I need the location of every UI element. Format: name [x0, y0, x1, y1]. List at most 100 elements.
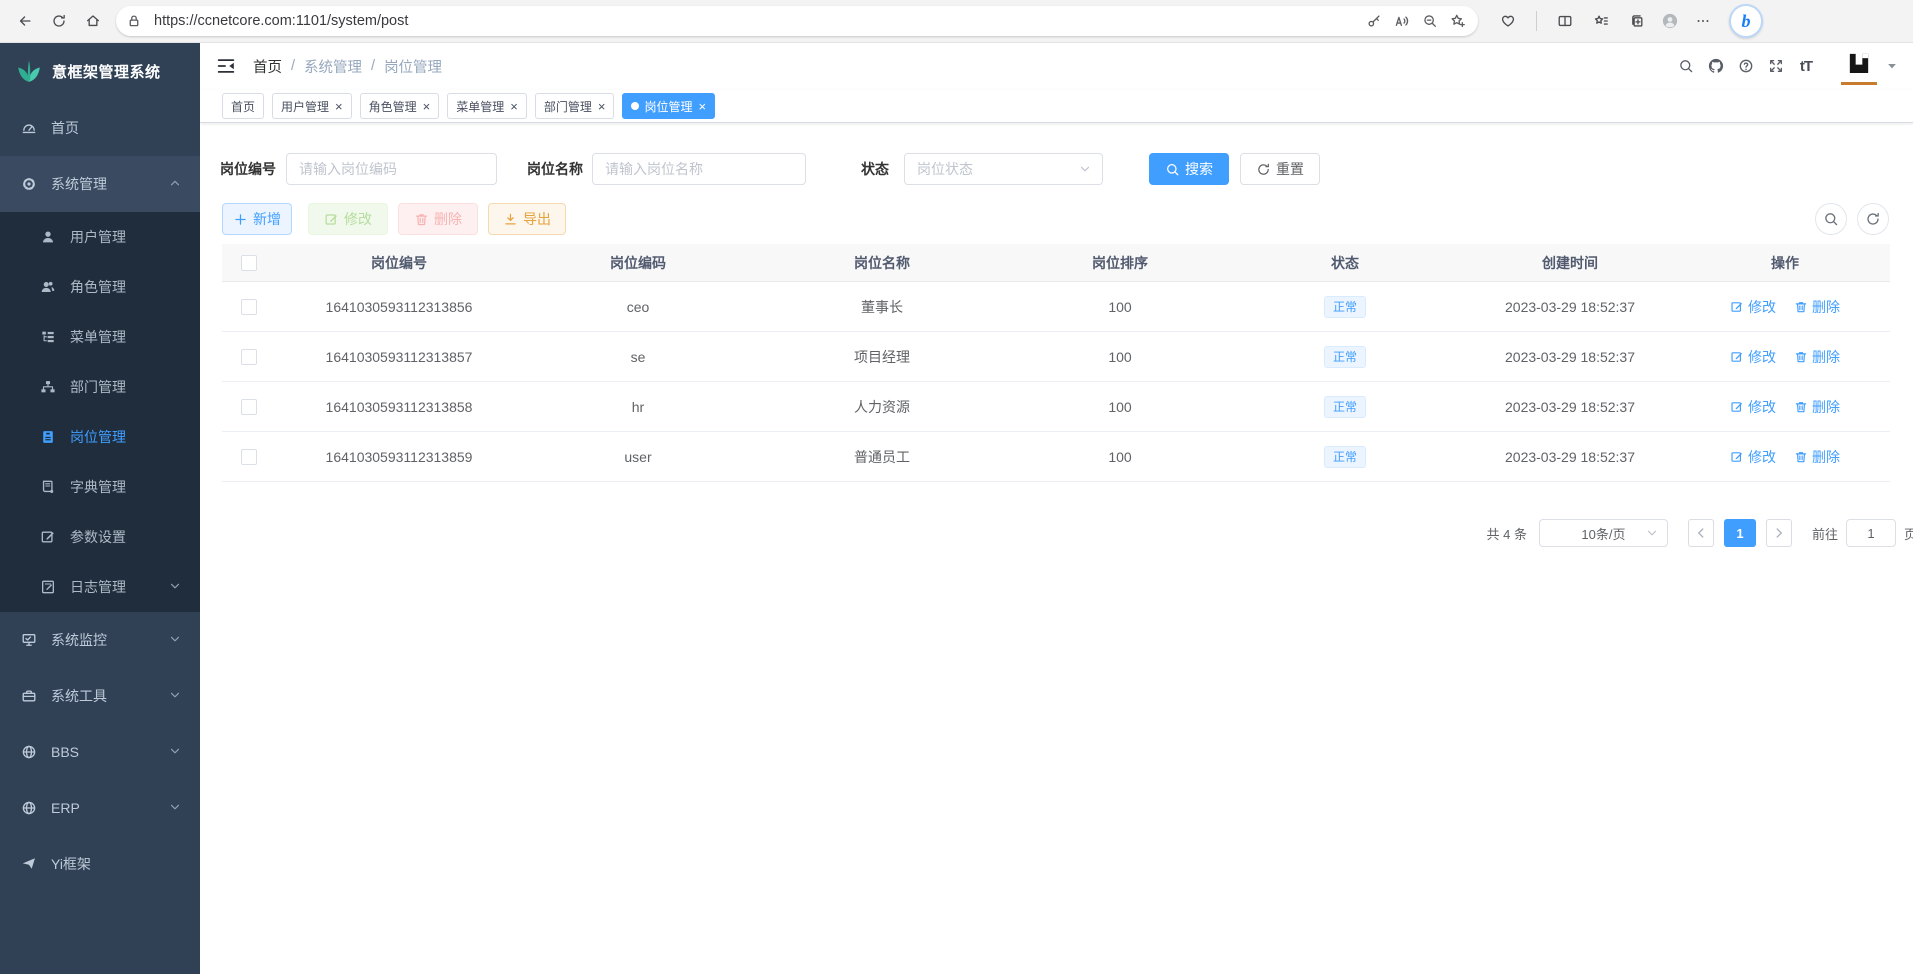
table-header-row: 岗位编号岗位编码岗位名称岗位排序状态创建时间操作 [222, 244, 1890, 282]
cell-post-id: 1641030593112313858 [276, 382, 522, 432]
page-1-button[interactable]: 1 [1724, 519, 1756, 547]
sidebar-item-yi-framework[interactable]: Yi框架 [0, 836, 200, 892]
favorites-icon[interactable] [1585, 5, 1617, 37]
cell-created-time: 2023-03-29 18:52:37 [1460, 432, 1680, 482]
split-screen-icon[interactable] [1549, 5, 1581, 37]
sidebar-item-role-management[interactable]: 角色管理 [0, 262, 200, 312]
tab-post-management[interactable]: 岗位管理× [622, 93, 715, 119]
sidebar-item-post-management[interactable]: 岗位管理 [0, 412, 200, 462]
key-icon[interactable] [1360, 8, 1388, 34]
help-icon[interactable] [1731, 51, 1761, 81]
sidebar-menu: 首页系统管理用户管理角色管理菜单管理部门管理岗位管理字典管理参数设置日志管理系统… [0, 100, 200, 892]
status-select[interactable]: 岗位状态 [904, 153, 1103, 185]
tab-dept-management[interactable]: 部门管理× [535, 93, 615, 119]
refresh-table-button[interactable] [1857, 203, 1889, 235]
page-size-select[interactable]: 10条/页 [1539, 519, 1668, 547]
prev-page-button[interactable] [1688, 519, 1714, 547]
row-edit-button[interactable]: 修改 [1730, 347, 1776, 367]
row-edit-button[interactable]: 修改 [1730, 447, 1776, 467]
collections-icon[interactable] [1621, 5, 1653, 37]
post-code-input[interactable] [286, 153, 497, 185]
sidebar-item-system-tools[interactable]: 系统工具 [0, 668, 200, 724]
post-name-input[interactable] [592, 153, 806, 185]
cell-post-name: 人力资源 [754, 382, 1010, 432]
close-icon[interactable]: × [598, 100, 606, 113]
add-button[interactable]: 新增 [222, 203, 292, 235]
row-checkbox[interactable] [241, 299, 257, 315]
collapse-sidebar-icon[interactable] [215, 55, 237, 77]
close-icon[interactable]: × [698, 100, 706, 113]
status-badge: 正常 [1324, 296, 1366, 318]
row-edit-button[interactable]: 修改 [1730, 397, 1776, 417]
trash-icon [1794, 300, 1808, 314]
next-page-button[interactable] [1766, 519, 1792, 547]
read-aloud-icon[interactable] [1388, 8, 1416, 34]
search-icon[interactable] [1671, 51, 1701, 81]
goto-page-input[interactable] [1846, 519, 1896, 547]
zoom-out-icon[interactable] [1416, 8, 1444, 34]
sidebar-item-erp[interactable]: ERP [0, 780, 200, 836]
users-icon [39, 279, 56, 296]
row-delete-button[interactable]: 删除 [1794, 347, 1840, 367]
copilot-icon[interactable]: b [1729, 4, 1763, 38]
row-delete-button[interactable]: 删除 [1794, 397, 1840, 417]
tab-menu-management[interactable]: 菜单管理× [447, 93, 527, 119]
user-avatar[interactable] [1841, 48, 1877, 85]
edit-button[interactable]: 修改 [308, 203, 388, 235]
close-icon[interactable]: × [335, 100, 343, 113]
sidebar-item-menu-management[interactable]: 菜单管理 [0, 312, 200, 362]
more-icon[interactable] [1687, 5, 1719, 37]
search-button[interactable]: 搜索 [1149, 153, 1229, 185]
row-checkbox[interactable] [241, 349, 257, 365]
app-logo[interactable]: 意框架管理系统 [0, 42, 200, 100]
cell-post-code: se [522, 332, 754, 382]
row-checkbox[interactable] [241, 449, 257, 465]
sidebar-item-log-management[interactable]: 日志管理 [0, 562, 200, 612]
sidebar-item-system-monitor[interactable]: 系统监控 [0, 612, 200, 668]
chevron-down-icon [168, 579, 184, 595]
tab-user-management[interactable]: 用户管理× [272, 93, 352, 119]
caret-down-icon[interactable] [1885, 59, 1899, 73]
favorite-add-icon[interactable] [1444, 8, 1472, 34]
sidebar-item-dict-management[interactable]: 字典管理 [0, 462, 200, 512]
show-search-button[interactable] [1815, 203, 1847, 235]
url-text[interactable]: https://ccnetcore.com:1101/system/post [154, 13, 1360, 29]
row-delete-button[interactable]: 删除 [1794, 297, 1840, 317]
export-button[interactable]: 导出 [488, 203, 566, 235]
breadcrumb-item[interactable]: 首页 [253, 56, 282, 77]
refresh-icon [1256, 162, 1271, 177]
sidebar-item-label: 首页 [51, 118, 79, 138]
delete-button[interactable]: 删除 [398, 203, 478, 235]
fullscreen-icon[interactable] [1761, 51, 1791, 81]
status-badge: 正常 [1324, 396, 1366, 418]
github-icon[interactable] [1701, 51, 1731, 81]
browser-essentials-icon[interactable] [1492, 5, 1524, 37]
tag-view-bar: 首页用户管理× 角色管理× 菜单管理× 部门管理× 岗位管理× [200, 90, 1913, 123]
close-icon[interactable]: × [510, 100, 518, 113]
sidebar-item-user-management[interactable]: 用户管理 [0, 212, 200, 262]
font-size-icon[interactable]: tT [1791, 51, 1821, 81]
lock-icon[interactable] [120, 8, 148, 34]
sidebar-item-system-management[interactable]: 系统管理 [0, 156, 200, 212]
close-icon[interactable]: × [423, 100, 431, 113]
tab-role-management[interactable]: 角色管理× [360, 93, 440, 119]
row-checkbox[interactable] [241, 399, 257, 415]
sidebar-item-dept-management[interactable]: 部门管理 [0, 362, 200, 412]
sidebar-item-bbs[interactable]: BBS [0, 724, 200, 780]
select-all-checkbox[interactable] [241, 255, 257, 271]
address-bar[interactable]: https://ccnetcore.com:1101/system/post [116, 6, 1478, 36]
sidebar-item-home[interactable]: 首页 [0, 100, 200, 156]
reset-button[interactable]: 重置 [1240, 153, 1320, 185]
profile-avatar[interactable] [1657, 8, 1683, 34]
cell-post-sort: 100 [1010, 332, 1230, 382]
back-icon[interactable] [8, 4, 42, 38]
menu-tree-icon [39, 329, 56, 346]
row-edit-button[interactable]: 修改 [1730, 297, 1776, 317]
sidebar-item-param-settings[interactable]: 参数设置 [0, 512, 200, 562]
row-delete-button[interactable]: 删除 [1794, 447, 1840, 467]
tab-home[interactable]: 首页 [222, 93, 264, 119]
cell-post-id: 1641030593112313856 [276, 282, 522, 332]
home-icon[interactable] [76, 4, 110, 38]
chevron-down-icon [168, 744, 184, 760]
refresh-icon[interactable] [42, 4, 76, 38]
